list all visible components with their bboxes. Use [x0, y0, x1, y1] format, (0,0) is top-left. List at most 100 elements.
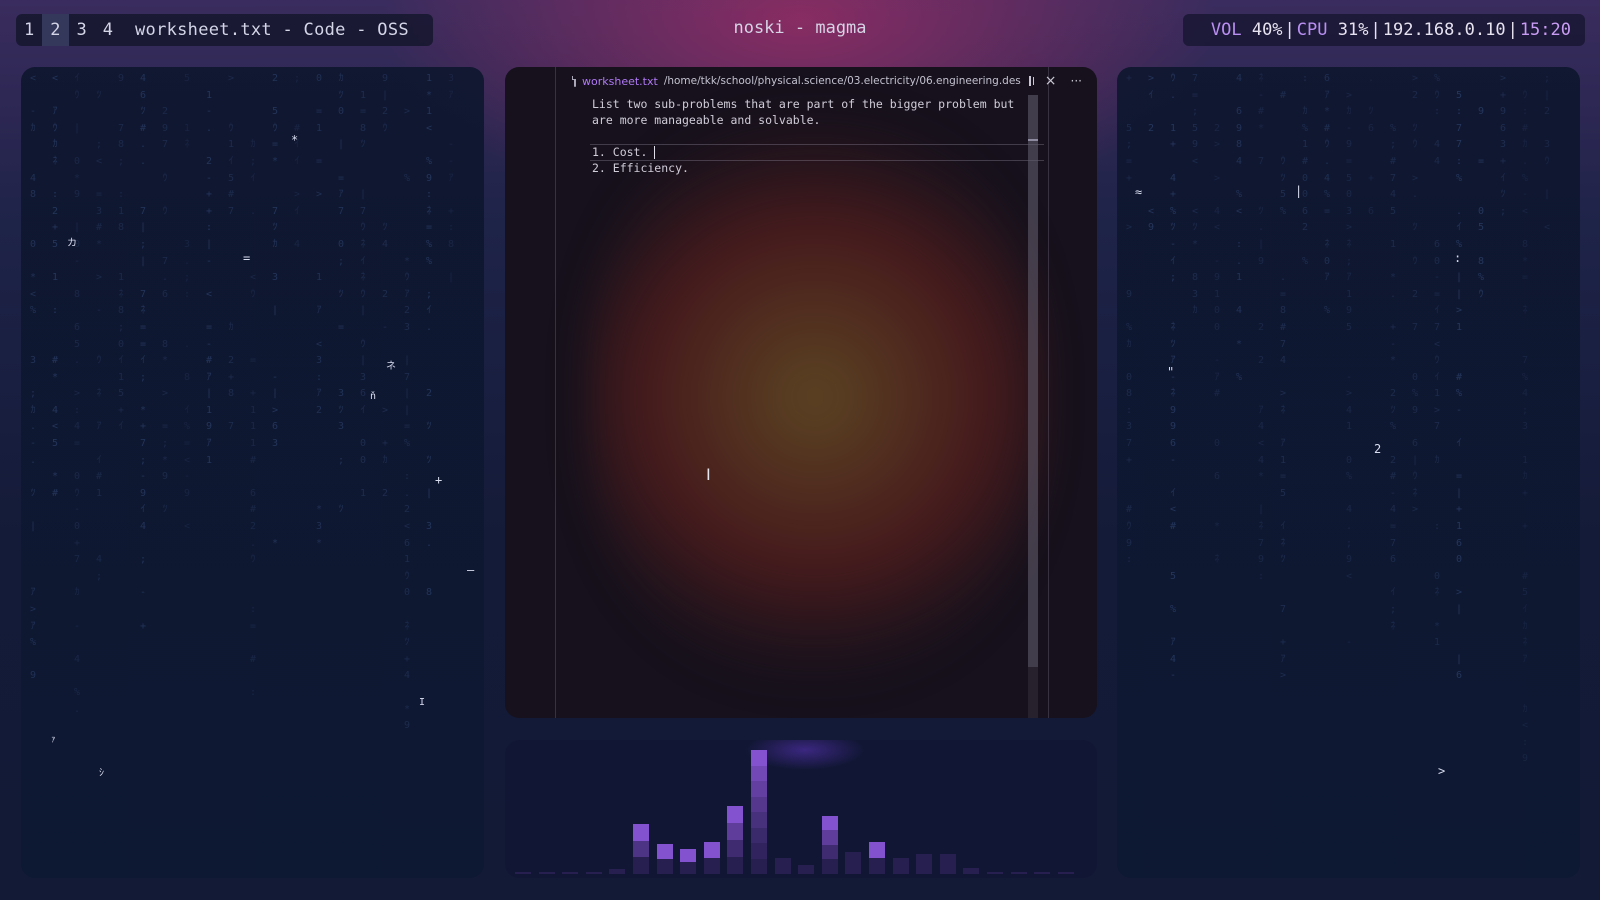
matrix-column: 4 6 ﾂ # . . 7 | ; | 7 ﾈ = = ｲ ; * + 7 ; …: [139, 73, 147, 632]
visualizer-bar-segment: [798, 865, 815, 874]
matrix-column: 1 * 1 < % 9 : ﾈ = % % ; ｲ . 2 ﾂ ﾂ | 3 . …: [425, 73, 433, 599]
visualizer-bar-segment: [916, 854, 933, 874]
volume-value[interactable]: 40%: [1252, 20, 1283, 40]
visualizer-bar-segment: [633, 857, 649, 874]
ip-address: 192.168.0.10: [1382, 20, 1506, 40]
visualizer-bar-segment: [703, 841, 720, 858]
visualizer-bar-segment: [1057, 871, 1074, 874]
matrix-column: < ｱ ｳ ｶ ﾈ : 2 + 5 1 : # * 4 < 5 * #: [51, 73, 59, 499]
matrix-column: 1 - . 2 - + + : | - < = - # ｱ | 1 9 ｱ 1: [205, 89, 213, 466]
matrix-glyph: ｼ: [99, 768, 104, 779]
visualizer-bar: [1010, 871, 1027, 874]
file-icon: [572, 75, 576, 87]
matrix-column: 1 = 8 ﾂ | 7 ｳ ﾈ ｲ ﾈ ｳ | ｳ | 3 6 ｲ 0 0 1: [359, 89, 367, 499]
visualizer-bar-segment: [562, 871, 579, 874]
visualizer-bar: [821, 815, 838, 874]
matrix-glyph: :: [1454, 251, 1462, 265]
matrix-column: 9 | 2 ｳ ﾂ 4 2 - > + ｶ 2: [381, 73, 389, 499]
visualizer-bar: [916, 854, 933, 874]
visualizer-bar: [987, 871, 1003, 874]
matrix-glyph: ň: [370, 391, 377, 402]
matrix-column: 3 ｱ - - ｱ + : 8 |: [447, 73, 455, 284]
matrix-column: 5 1 ﾈ 3 . ; : . 8 ｲ % = < - 9 <: [183, 73, 191, 533]
visualizer-bar-segment: [680, 861, 697, 874]
matrix-glyph: ≈: [1135, 185, 1143, 199]
visualizer-bar: [703, 841, 720, 874]
matrix-column: 2 5 ｳ = * 7 ﾂ ｶ 3 | - | > 6 3 *: [271, 73, 279, 549]
status-separator: |: [1284, 20, 1295, 40]
scrollbar-thumb[interactable]: [1028, 95, 1038, 667]
right-terminal-panel[interactable]: + 5 ; = + > 9 % ｶ 0 8 : 3 7 + # ｳ 9 : > …: [1117, 67, 1580, 878]
matrix-column: > ｳ 1 ｲ 5 # 7 ｶ 2 + 8 7: [227, 73, 235, 433]
visualizer-bar: [515, 871, 531, 874]
matrix-column: < - ｶ 4 8 0 * < % 3 ; ｶ . - . ﾂ | ｱ > ｱ …: [29, 73, 37, 682]
matrix-glyph: *: [291, 133, 299, 147]
status-bar: VOL 40% | CPU 31% | 192.168.0.10 | 15:20: [1183, 14, 1585, 46]
matrix-glyph: ": [1167, 365, 1175, 379]
visualizer-bar-segment: [751, 750, 767, 766]
visualizer-bar-segment: [751, 843, 767, 859]
matrix-glyph: ｧ: [51, 735, 56, 745]
matrix-column: 5 : 7 7 : % . ｲ % | | > 1 # % - ｲ = | + …: [1455, 89, 1463, 682]
status-separator: |: [1370, 20, 1381, 40]
matrix-column: ｲ ｳ | 0 * 9 | 0 - 8 6 5 . > : 4 = 0 ｳ - …: [73, 73, 81, 715]
more-actions-icon[interactable]: ···: [1071, 74, 1082, 88]
visualizer-bar: [1057, 871, 1074, 874]
matrix-column: % ｳ : 4 4 6 0 - = ｲ 7 < ｳ ｲ 1 > 7 ｶ : 0 …: [1433, 73, 1441, 649]
split-editor-icon[interactable]: [1028, 76, 1034, 86]
editor-pane[interactable]: worksheet.txt /home/tkk/school/physical.…: [555, 67, 1082, 718]
visualizer-bar-segment: [656, 859, 673, 874]
visualizer-bar-segment: [585, 871, 602, 874]
visualizer-bar-segment: [727, 856, 744, 874]
left-terminal-panel[interactable]: < - ｶ 4 8 0 * < % 3 ; ｶ . - . ﾂ | ｱ > ｱ …: [21, 67, 484, 878]
visualizer-bar-segment: [939, 854, 956, 874]
visualizer-bar-segment: [987, 871, 1003, 874]
visualizer-bar: [656, 844, 673, 874]
visualizer-bar: [798, 865, 815, 874]
matrix-column: > + 9 6 3 + ｲ ﾂ ;: [1499, 73, 1507, 217]
matrix-glyph: 2: [1374, 442, 1382, 456]
code-editor-window[interactable]: worksheet.txt /home/tkk/school/physical.…: [505, 67, 1097, 718]
matrix-glyph: カ: [67, 238, 77, 249]
tab-filename[interactable]: worksheet.txt: [582, 75, 658, 88]
visualizer-bar: [963, 867, 980, 874]
matrix-glyph: =: [243, 251, 251, 265]
code-line: 2. Efficiency.: [592, 161, 689, 175]
visualizer-bar: [751, 750, 767, 874]
matrix-glyph: |: [1295, 184, 1303, 198]
visualizer-bar-segment: [869, 857, 885, 874]
visualizer-bar: [774, 857, 791, 874]
visualizer-bar: [939, 854, 956, 874]
matrix-column: 6 ｱ * # ｳ . 4 % = ﾈ 0 ｱ %: [1323, 73, 1331, 317]
visualizer-bar-segment: [609, 869, 626, 874]
matrix-column: 2 9 7 ｳ ｳ 7 . 6 8 * > = ; * 9 ﾂ: [161, 106, 169, 516]
visualizer-bar-segment: [727, 822, 744, 840]
visualizer-bar-segment: [892, 857, 909, 874]
visualizer-bar-segment: [633, 824, 649, 841]
visualizer-bar-segment: [821, 844, 838, 860]
visualizer-bar-segment: [656, 844, 673, 860]
visualizer-bar-segment: [1010, 871, 1027, 874]
visualizer-bar: [538, 871, 555, 874]
close-icon[interactable]: ×: [1045, 73, 1057, 89]
matrix-glyph: –: [467, 563, 475, 577]
code-area[interactable]: List two sub-problems that are part of t…: [590, 97, 1044, 177]
matrix-column: 4 6 9 8 4 % < : . 1 4 * %: [1235, 73, 1243, 383]
visualizer-bar-segment: [727, 839, 744, 857]
visualizer-bar-segment: [727, 805, 744, 823]
tab-breadcrumb-path[interactable]: /home/tkk/school/physical.science/03.ele…: [664, 75, 1021, 87]
clock: 15:20: [1519, 20, 1571, 40]
matrix-column: ﾂ ; < = 3 # * > - ｳ ﾈ ｱ ｲ # 1 4 ;: [95, 89, 103, 582]
current-line: 1. Cost.: [590, 143, 1044, 161]
visualizer-bar: [727, 805, 744, 874]
visualizer-bar-segment: [751, 858, 767, 874]
matrix-column: ｳ : # ｶ . % - < 8 * = ﾈ 7 % 4 ; 3 1 ｶ + …: [1521, 89, 1529, 765]
editor-scrollbar[interactable]: [1028, 95, 1038, 718]
status-separator: |: [1507, 20, 1518, 40]
matrix-column: > 2 ﾂ ｳ > . ﾂ ｳ 2 7 0 % 9 6 | ｳ ﾈ >: [1411, 73, 1419, 516]
matrix-column: . ﾂ 6 + 6: [1367, 73, 1375, 217]
editor-tab-bar: worksheet.txt /home/tkk/school/physical.…: [556, 67, 1082, 95]
matrix-column: % ; # 7 4 5 1 * . + - * 2 ﾂ % 2 # - 4 = …: [1389, 122, 1397, 632]
text-caret: [654, 145, 656, 159]
visualizer-bar-segment: [703, 857, 720, 874]
